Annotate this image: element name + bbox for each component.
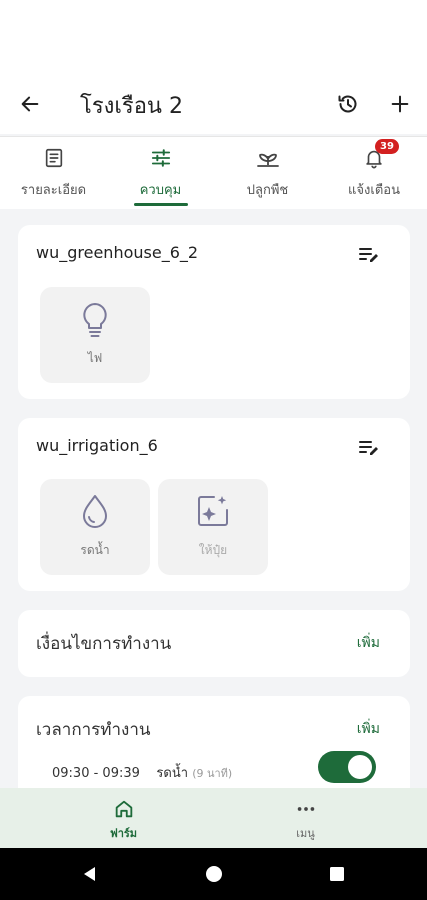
active-tab-indicator bbox=[133, 203, 188, 206]
system-home-button[interactable] bbox=[202, 862, 226, 886]
lightbulb-icon bbox=[83, 303, 107, 337]
plus-icon bbox=[391, 95, 409, 113]
more-dots-icon bbox=[297, 807, 314, 811]
tab-label: ควบคุม bbox=[139, 183, 182, 198]
toggle-knob bbox=[348, 755, 372, 779]
history-button[interactable] bbox=[334, 90, 362, 118]
tab-planting[interactable]: ปลูกพืช bbox=[214, 137, 321, 210]
sliders-icon bbox=[151, 149, 170, 167]
schedule-time: 09:30 - 09:39 bbox=[52, 766, 140, 781]
water-drop-icon bbox=[83, 495, 107, 528]
edit-list-icon[interactable] bbox=[358, 245, 380, 263]
add-button[interactable] bbox=[386, 90, 414, 118]
plant-icon bbox=[256, 153, 279, 167]
control-label: รดน้ำ bbox=[80, 543, 110, 557]
schedule-toggle[interactable] bbox=[318, 751, 376, 783]
control-content[interactable]: wu_greenhouse_6_2 ไฟ wu_irrigation_6 รดน… bbox=[0, 209, 427, 788]
schedule-title: เวลาการทำงาน bbox=[36, 720, 151, 740]
schedule-duration: (9 นาที) bbox=[192, 767, 233, 780]
nav-label: เมนู bbox=[296, 827, 315, 840]
nav-farm[interactable]: ฟาร์ม bbox=[60, 788, 187, 848]
notification-badge: 39 bbox=[375, 139, 399, 154]
system-back-button[interactable] bbox=[78, 862, 102, 886]
control-label: ไฟ bbox=[87, 351, 103, 365]
system-navigation-bar bbox=[0, 848, 427, 900]
tab-label: แจ้งเตือน bbox=[348, 183, 400, 198]
tab-notifications[interactable]: 39 แจ้งเตือน bbox=[321, 137, 427, 210]
app-bar: โรงเรือน 2 bbox=[0, 74, 427, 134]
tab-label: รายละเอียด bbox=[20, 183, 87, 198]
tab-details[interactable]: รายละเอียด bbox=[0, 137, 107, 210]
document-icon bbox=[45, 148, 62, 168]
system-recents-button[interactable] bbox=[325, 862, 349, 886]
sparkle-box-icon bbox=[198, 496, 228, 526]
bottom-navigation: ฟาร์ม เมนู bbox=[0, 788, 427, 848]
control-tile-watering[interactable]: รดน้ำ bbox=[40, 479, 150, 575]
tab-bar: รายละเอียด ควบคุม ปลูกพืช 39 แจ้งเตือน bbox=[0, 136, 427, 209]
device-name: wu_irrigation_6 bbox=[36, 436, 158, 455]
control-label: ให้ปุ๋ย bbox=[198, 543, 228, 557]
square-recents-icon bbox=[330, 867, 344, 881]
conditions-card: เงื่อนไขการทำงาน เพิ่ม bbox=[18, 610, 410, 677]
schedule-item: 09:30 - 09:39 รดน้ำ (9 นาที) bbox=[52, 762, 232, 783]
schedule-action: รดน้ำ bbox=[156, 766, 189, 781]
status-bar-area bbox=[0, 0, 427, 74]
tab-control[interactable]: ควบคุม bbox=[107, 137, 214, 210]
control-tile-light[interactable]: ไฟ bbox=[40, 287, 150, 383]
schedule-card: เวลาการทำงาน เพิ่ม 09:30 - 09:39 รดน้ำ (… bbox=[18, 696, 410, 788]
nav-label: ฟาร์ม bbox=[109, 827, 138, 840]
device-card: wu_irrigation_6 รดน้ำ ให้ปุ๋ย bbox=[18, 418, 410, 591]
device-name: wu_greenhouse_6_2 bbox=[36, 243, 199, 262]
triangle-back-icon bbox=[84, 867, 95, 881]
circle-home-icon bbox=[206, 866, 222, 882]
back-button[interactable] bbox=[16, 90, 44, 118]
nav-menu[interactable]: เมนู bbox=[242, 788, 369, 848]
conditions-title: เงื่อนไขการทำงาน bbox=[36, 634, 172, 654]
page-title: โรงเรือน 2 bbox=[80, 94, 183, 119]
arrow-left-icon bbox=[21, 96, 39, 112]
add-schedule-link[interactable]: เพิ่ม bbox=[357, 718, 380, 740]
control-tile-fertilize[interactable]: ให้ปุ๋ย bbox=[158, 479, 268, 575]
history-icon bbox=[338, 95, 357, 113]
add-condition-link[interactable]: เพิ่ม bbox=[357, 632, 380, 654]
device-card: wu_greenhouse_6_2 ไฟ bbox=[18, 225, 410, 399]
tab-label: ปลูกพืช bbox=[246, 183, 289, 198]
home-icon bbox=[115, 800, 132, 818]
edit-list-icon[interactable] bbox=[358, 438, 380, 456]
